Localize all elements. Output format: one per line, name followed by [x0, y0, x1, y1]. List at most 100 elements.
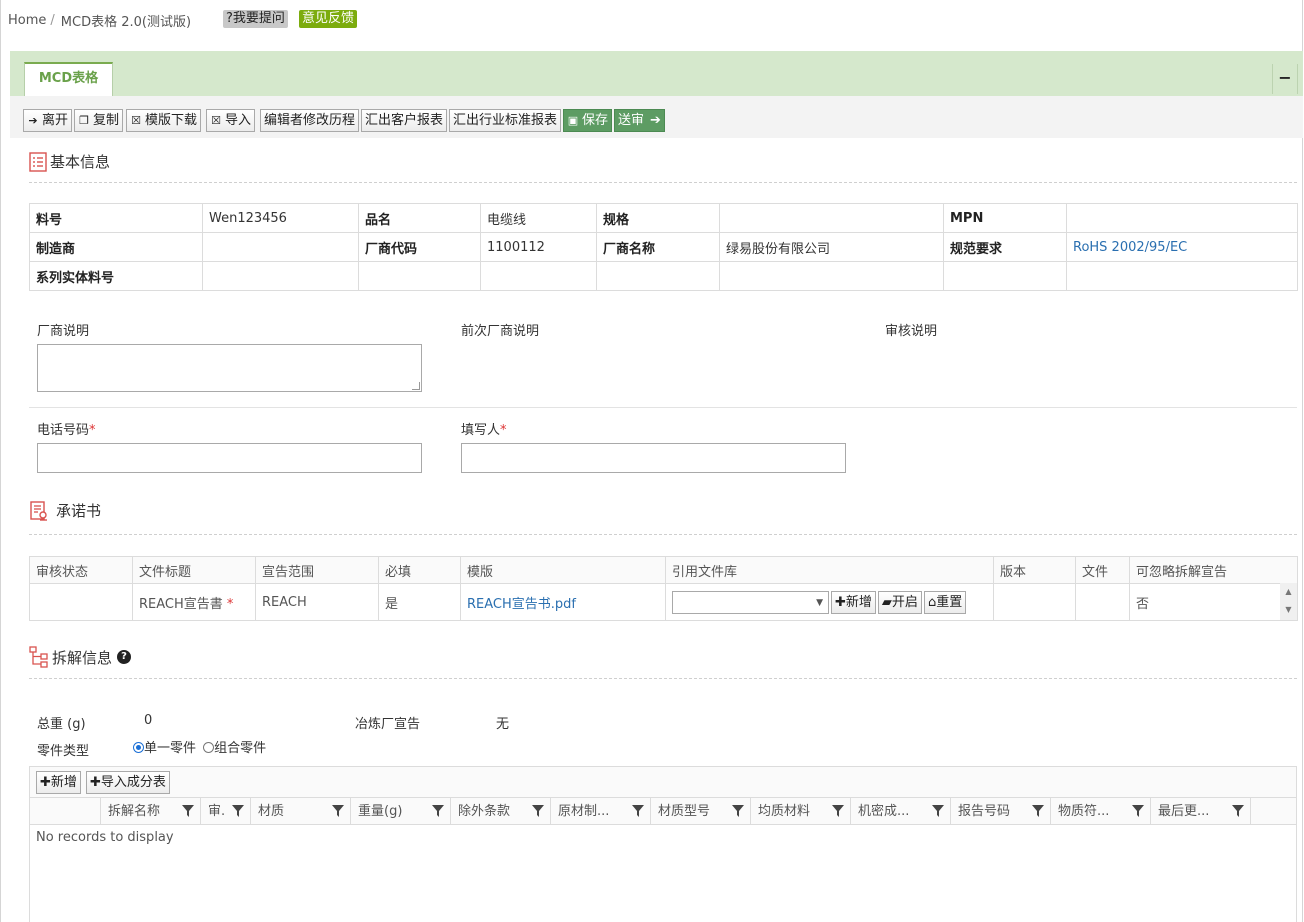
col-substance[interactable]: 物质符...	[1050, 798, 1150, 825]
col-mandatory: 必填	[378, 556, 461, 584]
leave-button[interactable]: ➔ 离开	[23, 109, 73, 132]
col-file-title: 文件标题	[132, 556, 256, 584]
col-confidential[interactable]: 机密成...	[850, 798, 950, 825]
commitment-title: 承诺书	[56, 502, 102, 520]
filter-icon[interactable]	[232, 805, 244, 817]
leave-label: 离开	[42, 113, 69, 128]
import-components-label: 导入成分表	[100, 775, 166, 790]
divider	[29, 534, 1297, 535]
col-part-name[interactable]: 拆解名称	[100, 798, 200, 825]
cell-mandatory: 是	[378, 583, 461, 621]
ask-question-button[interactable]: ?我要提问	[223, 10, 288, 28]
import-button[interactable]: ☒ 导入	[206, 109, 256, 132]
value-product-name: 电缆线	[480, 203, 597, 233]
filter-icon[interactable]	[732, 805, 744, 817]
scroll-up-icon[interactable]: ▲	[1280, 583, 1297, 601]
phone-input[interactable]	[37, 443, 422, 473]
col-homogeneous[interactable]: 均质材料	[750, 798, 850, 825]
radio-composite-part[interactable]	[203, 742, 215, 753]
open-library-button[interactable]: ▰开启	[877, 590, 922, 614]
column-header-label: 均质材料	[758, 804, 811, 819]
filter-icon[interactable]	[1132, 805, 1144, 817]
export-industry-button[interactable]: 汇出行业标准报表	[449, 109, 562, 132]
filter-icon[interactable]	[832, 805, 844, 817]
excel-icon: ☒	[131, 114, 141, 127]
value-manufacturer	[202, 232, 359, 262]
template-file-link[interactable]: REACH宣告书.pdf	[467, 597, 576, 612]
column-header-label: 原材制...	[558, 804, 610, 819]
feedback-button[interactable]: 意见反馈	[299, 10, 358, 28]
minimize-button[interactable]: −	[1272, 64, 1298, 94]
breadcrumb-home[interactable]: Home	[8, 13, 46, 28]
empty-cell	[596, 261, 720, 291]
col-material-model[interactable]: 材质型号	[650, 798, 750, 825]
open-label: 开启	[891, 594, 918, 610]
col-weight[interactable]: 重量(g)	[350, 798, 450, 825]
filter-icon[interactable]	[1032, 805, 1044, 817]
grid-header: 拆解名称 审. 材质 重量(g) 除外条款 原材制... 材质型号 均质材料 机密成... 报告号…	[30, 797, 1296, 825]
library-select[interactable]: ▼	[672, 590, 829, 614]
excel-icon: ☒	[211, 114, 221, 127]
cell-library: ▼ ✚新增 ▰开启 ⌂重置	[665, 583, 994, 621]
commitment-header: 承诺书	[29, 500, 101, 521]
total-weight-value: 0	[144, 713, 153, 728]
filter-icon[interactable]	[932, 805, 944, 817]
part-type-radio-group: 单一零件 组合零件	[133, 737, 266, 756]
commitment-table: 审核状态 文件标题 宣告范围 必填 模版 引用文件库 版本 文件 可忽略拆解宣告…	[29, 556, 1298, 621]
col-report-no[interactable]: 报告号码	[950, 798, 1050, 825]
phone-label-text: 电话号码	[37, 423, 90, 438]
save-button[interactable]: ▣ 保存	[563, 109, 613, 132]
cell-version	[993, 583, 1076, 621]
chevron-down-icon: ▼	[816, 597, 823, 608]
tab-mcd-form[interactable]: MCD表格	[24, 62, 113, 97]
filter-icon[interactable]	[1232, 805, 1244, 817]
radio-single-part[interactable]	[133, 742, 144, 753]
import-label: 导入	[225, 113, 252, 128]
column-header-label: 拆解名称	[108, 804, 161, 819]
export-customer-button[interactable]: 汇出客户报表	[361, 109, 448, 132]
column-header-label: 报告号码	[958, 804, 1011, 819]
filter-icon[interactable]	[632, 805, 644, 817]
import-components-button[interactable]: ✚导入成分表	[86, 771, 170, 794]
filter-icon[interactable]	[332, 805, 344, 817]
vendor-note-textarea[interactable]	[37, 344, 422, 392]
submit-review-button[interactable]: 送审 ➔	[614, 109, 665, 132]
col-raw-material[interactable]: 原材制...	[550, 798, 650, 825]
add-library-button[interactable]: ✚新增	[831, 590, 876, 614]
col-review[interactable]: 审.	[200, 798, 250, 825]
col-ignore: 可忽略拆解宣告	[1129, 556, 1298, 584]
table-scrollbar[interactable]: ▲ ▼	[1280, 583, 1297, 620]
arrow-right-icon: ➔	[650, 113, 661, 128]
table-row: 系列实体料号	[29, 261, 1298, 291]
filter-icon[interactable]	[182, 805, 194, 817]
disassembly-grid: ✚新增 ✚导入成分表 拆解名称 审. 材质 重量(g) 除外条款 原材制... 材质型号 均质…	[29, 766, 1297, 922]
help-icon[interactable]: ?	[117, 650, 132, 664]
radio-single-part-label[interactable]: 单一零件	[144, 741, 196, 756]
radio-composite-part-label[interactable]: 组合零件	[214, 741, 266, 756]
empty-cell	[943, 261, 1067, 291]
add-row-button[interactable]: ✚新增	[36, 771, 81, 794]
col-template: 模版	[460, 556, 666, 584]
filter-icon[interactable]	[532, 805, 544, 817]
reset-library-button[interactable]: ⌂重置	[923, 590, 967, 614]
empty-cell	[719, 261, 944, 291]
template-download-button[interactable]: ☒ 模版下载	[126, 109, 202, 132]
label-part-no: 料号	[29, 203, 203, 233]
smelter-value: 无	[496, 717, 510, 732]
spec-requirement-link[interactable]: RoHS 2002/95/EC	[1066, 232, 1298, 262]
filler-label: 填写人*	[461, 419, 507, 438]
resize-grip-icon[interactable]	[412, 382, 420, 390]
col-last-updated[interactable]: 最后更...	[1150, 798, 1250, 825]
filter-icon[interactable]	[432, 805, 444, 817]
scroll-down-icon[interactable]: ▼	[1280, 601, 1297, 619]
add-row-label: 新增	[50, 775, 77, 790]
value-vendor-name: 绿易股份有限公司	[719, 232, 944, 262]
col-material[interactable]: 材质	[250, 798, 350, 825]
required-mark: *	[226, 596, 234, 612]
filler-input[interactable]	[461, 443, 846, 473]
copy-button[interactable]: ❐ 复制	[74, 109, 124, 132]
col-exemption[interactable]: 除外条款	[450, 798, 550, 825]
reset-label: 重置	[936, 594, 963, 610]
review-note-label: 审核说明	[885, 324, 938, 339]
edit-history-button[interactable]: 编辑者修改历程	[260, 109, 360, 132]
